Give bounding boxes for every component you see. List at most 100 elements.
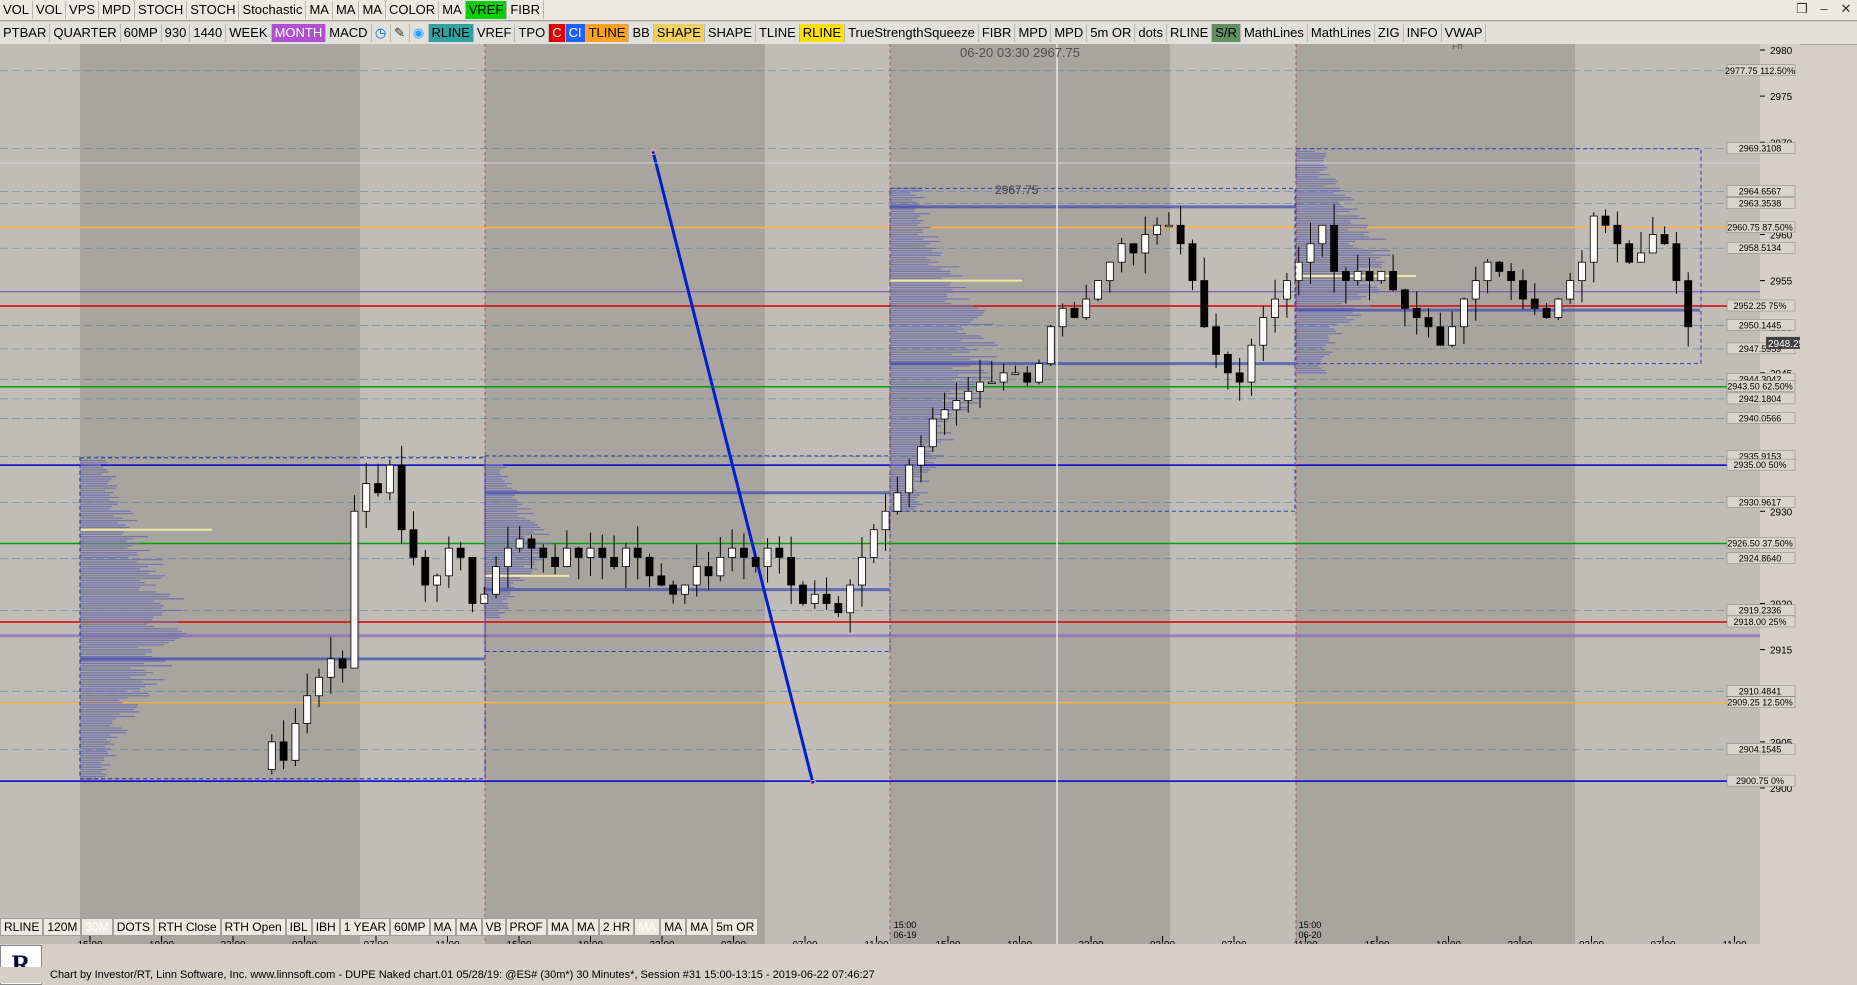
session-time-label: 15:00 <box>894 920 917 930</box>
toolbar2-button-16[interactable]: SHAPE <box>705 24 756 42</box>
price-chart[interactable]: 06-20 03:30 2967.75 2967.75 Fri 2980 2975 297… <box>0 44 1800 944</box>
toolbar1-button-0[interactable]: VOL <box>0 1 34 19</box>
toolbar3-button-18[interactable]: MA <box>660 918 687 936</box>
candle-body <box>1342 270 1350 282</box>
candle-body <box>303 695 312 724</box>
toolbar3-button-14[interactable]: MA <box>546 918 573 936</box>
restore-icon[interactable]: ❐ <box>1791 0 1813 18</box>
candle-body <box>681 584 689 595</box>
toolbar2-button-30[interactable]: INFO <box>1404 24 1442 42</box>
candle-body <box>444 547 453 577</box>
candle-body <box>1188 243 1197 282</box>
close-icon[interactable]: ✕ <box>1835 0 1857 18</box>
price-axis-label: 2930 <box>1770 507 1793 518</box>
toolbar2-button-20[interactable]: FIBR <box>979 24 1016 42</box>
toolbar3-button-13[interactable]: PROF <box>505 918 547 936</box>
toolbar3-button-16[interactable]: 2 HR <box>598 918 635 936</box>
candle-body <box>1672 243 1681 282</box>
toolbar3-button-9[interactable]: 60MP <box>390 918 430 936</box>
toolbar2-button-6[interactable]: MONTH <box>271 24 327 42</box>
toolbar1-button-11[interactable]: MA <box>439 1 466 19</box>
candle-body <box>562 547 571 567</box>
toolbar1-button-1[interactable]: VOL <box>33 1 67 19</box>
dropper-icon[interactable]: ◉ <box>410 24 429 42</box>
price-level-label: 2919.2336 <box>1739 606 1782 616</box>
status-bar: Chart by Investor/RT, Linn Software, Inc… <box>0 967 1857 983</box>
toolbar3-button-6[interactable]: IBL <box>285 918 312 936</box>
toolbar2-button-14[interactable]: BB <box>629 24 654 42</box>
candle-body <box>1542 307 1551 318</box>
candle-body <box>1613 224 1622 245</box>
toolbar2-button-22[interactable]: MPD <box>1051 24 1088 42</box>
toolbar2-button-17[interactable]: TLINE <box>756 24 800 42</box>
session-shade-0 <box>80 44 360 944</box>
toolbar3-button-8[interactable]: 1 YEAR <box>339 918 391 936</box>
toolbar2-button-13[interactable]: TLINE <box>585 24 630 42</box>
toolbar1-button-9[interactable]: MA <box>359 1 386 19</box>
toolbar3-button-4[interactable]: RTH Close <box>154 918 221 936</box>
toolbar2-button-4[interactable]: 1440 <box>190 24 227 42</box>
toolbar2-button-10[interactable]: TPO <box>515 24 550 42</box>
toolbar2-button-31[interactable]: VWAP <box>1442 24 1487 42</box>
toolbar3-button-20[interactable]: 5m OR <box>712 918 759 936</box>
toolbar1-button-2[interactable]: VPS <box>66 1 100 19</box>
toolbar2-button-7[interactable]: MACD <box>326 24 372 42</box>
toolbar2-button-29[interactable]: ZIG <box>1375 24 1404 42</box>
toolbar2-button-3[interactable]: 930 <box>162 24 191 42</box>
candle-body <box>1637 252 1645 263</box>
toolbar1-button-4[interactable]: STOCH <box>135 1 188 19</box>
candle-body <box>763 547 772 567</box>
toolbar1-button-13[interactable]: FIBR <box>507 1 544 19</box>
candle-body <box>1294 261 1303 282</box>
clock-icon[interactable]: ◷ <box>372 24 391 42</box>
toolbar2-button-28[interactable]: MathLines <box>1308 24 1375 42</box>
toolbar3-button-12[interactable]: VB <box>481 918 506 936</box>
toolbar2-button-5[interactable]: WEEK <box>226 24 272 42</box>
toolbar2-button-0[interactable]: PTBAR <box>0 24 51 42</box>
candle-body <box>1117 243 1126 263</box>
toolbar2-button-8[interactable]: RLINE <box>428 24 474 42</box>
candle-body <box>1365 270 1374 282</box>
toolbar2-button-21[interactable]: MPD <box>1015 24 1052 42</box>
toolbar1-button-7[interactable]: MA <box>306 1 333 19</box>
toolbar3-button-17[interactable]: MA <box>634 918 661 936</box>
pencil-icon[interactable]: ✎ <box>391 24 410 42</box>
toolbar3-button-7[interactable]: IBH <box>311 918 340 936</box>
toolbar2-button-25[interactable]: RLINE <box>1167 24 1213 42</box>
toolbar2-button-23[interactable]: 5m OR <box>1087 24 1136 42</box>
price-level-label: 2958.5134 <box>1739 243 1782 253</box>
toolbar3-button-1[interactable]: 120M <box>43 918 82 936</box>
toolbar2-button-19[interactable]: TrueStrengthSqueeze <box>845 24 979 42</box>
candle-body <box>869 529 878 558</box>
toolbar1-button-12[interactable]: VREF <box>465 1 508 19</box>
session-shade-3 <box>1296 44 1575 944</box>
toolbar2-button-15[interactable]: SHAPE <box>653 24 705 42</box>
toolbar2-button-12[interactable]: CI <box>565 24 586 42</box>
toolbar1-button-5[interactable]: STOCH <box>187 1 240 19</box>
toolbar2-button-27[interactable]: MathLines <box>1241 24 1308 42</box>
toolbar3-button-11[interactable]: MA <box>455 918 482 936</box>
candle-body <box>1259 317 1268 346</box>
time-axis-label: 23:00 <box>649 940 674 944</box>
toolbar3-button-10[interactable]: MA <box>429 918 456 936</box>
toolbar3-button-19[interactable]: MA <box>686 918 713 936</box>
toolbar2-button-18[interactable]: RLINE <box>799 24 846 42</box>
toolbar3-button-0[interactable]: RLINE <box>0 918 44 936</box>
toolbar3-button-3[interactable]: DOTS <box>112 918 155 936</box>
toolbar2-button-1[interactable]: QUARTER <box>50 24 121 42</box>
toolbar2-button-9[interactable]: VREF <box>474 24 516 42</box>
toolbar2-button-24[interactable]: dots <box>1135 24 1167 42</box>
toolbar1-button-6[interactable]: Stochastic <box>239 1 307 19</box>
toolbar1-button-3[interactable]: MPD <box>99 1 135 19</box>
toolbar3-button-2[interactable]: 30M <box>81 918 113 936</box>
time-axis-label: 15:00 <box>77 940 102 944</box>
toolbar3-button-15[interactable]: MA <box>572 918 599 936</box>
toolbar3-button-5[interactable]: RTH Open <box>220 918 286 936</box>
toolbar2-button-2[interactable]: 60MP <box>121 24 162 42</box>
toolbar1-button-8[interactable]: MA <box>333 1 360 19</box>
toolbar1-button-10[interactable]: COLOR <box>386 1 440 19</box>
minimize-icon[interactable]: – <box>1813 0 1835 18</box>
toolbar2-button-11[interactable]: C <box>549 24 566 42</box>
toolbar2-button-26[interactable]: S/R <box>1212 24 1241 42</box>
price-level-label: 2963.3538 <box>1739 199 1782 209</box>
